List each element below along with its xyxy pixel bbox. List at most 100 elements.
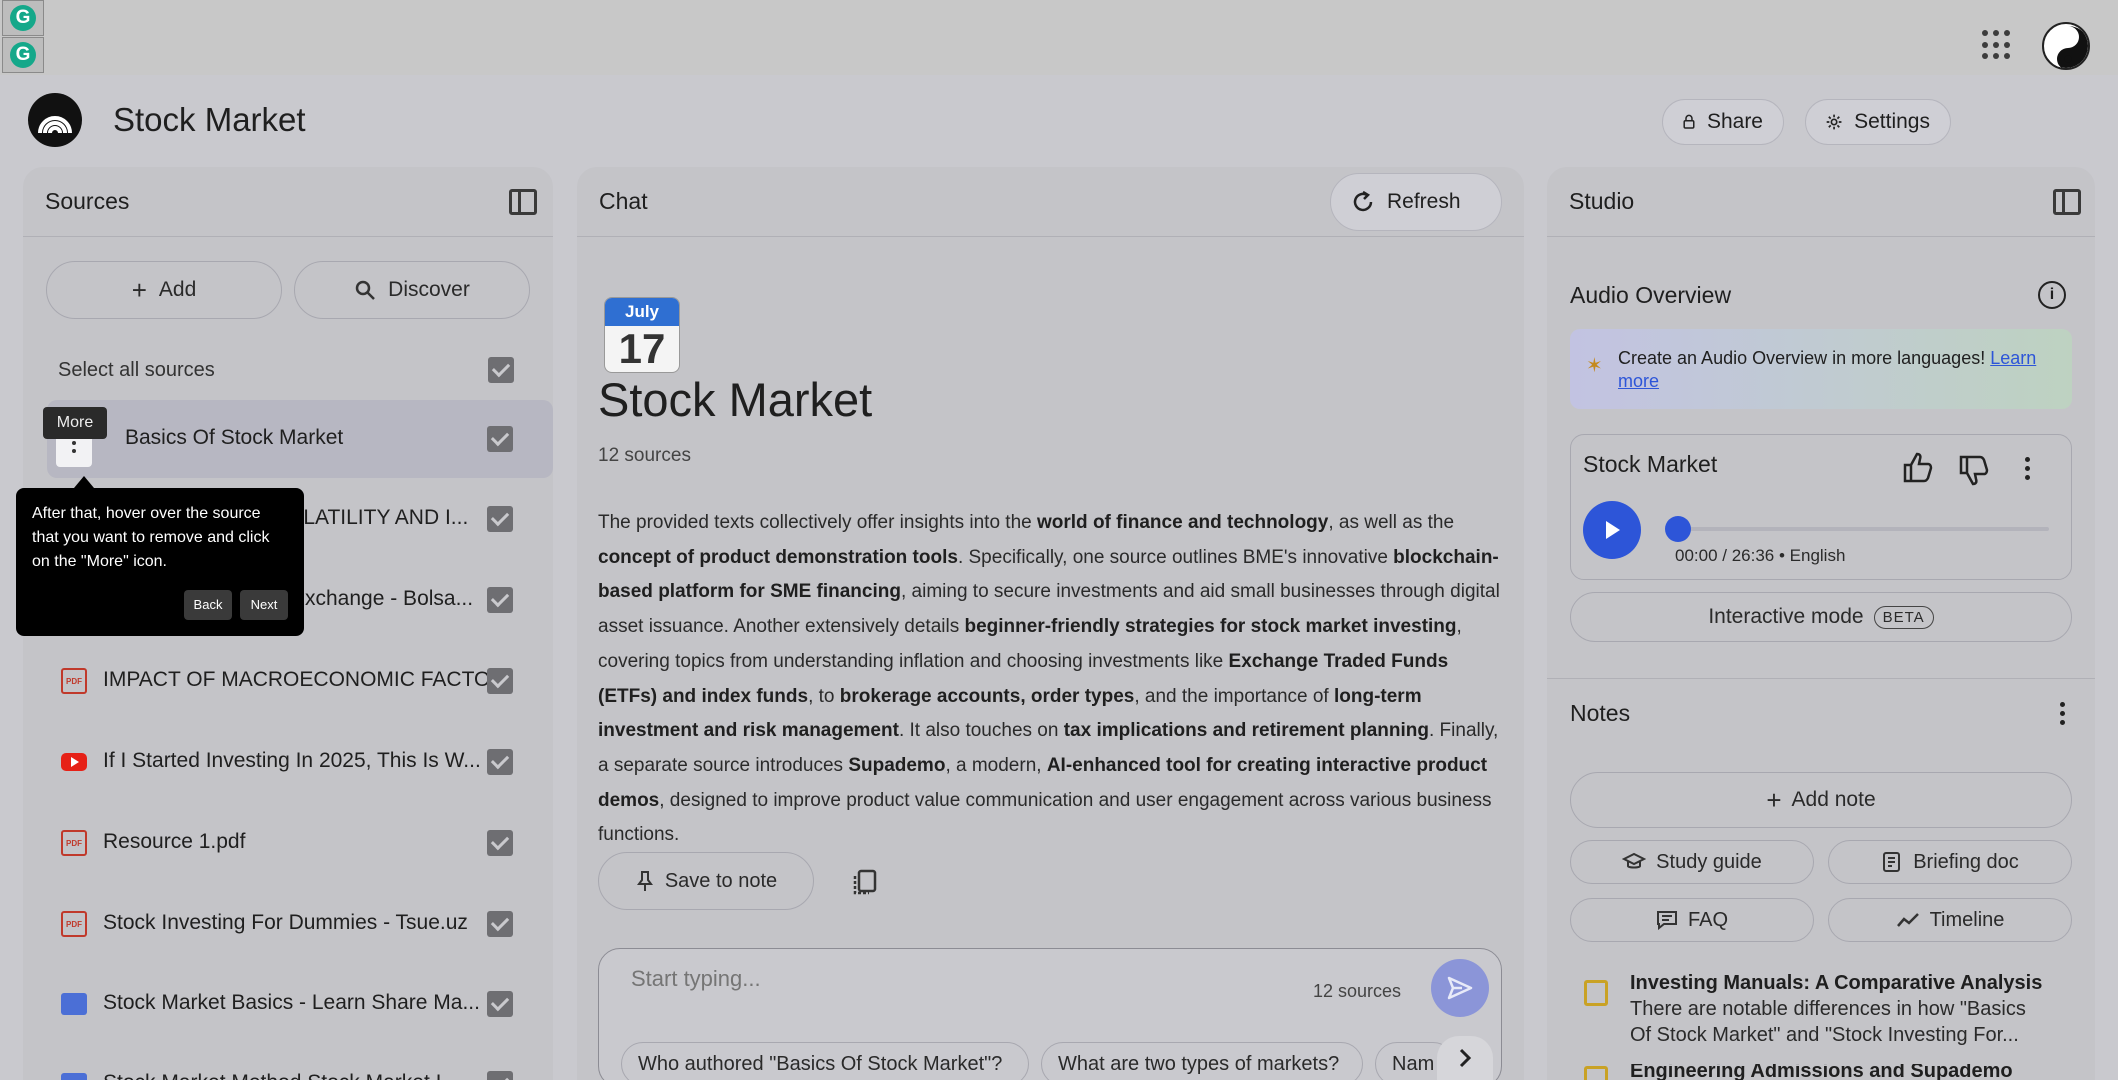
source-label: Basics Of Stock Market (125, 426, 344, 449)
onboarding-guide: After that, hover over the source that y… (16, 476, 304, 636)
audio-overview-title: Audio Overview (1570, 282, 1732, 308)
top-bar (0, 0, 2118, 75)
source-checkbox[interactable] (487, 911, 513, 937)
note-icon (1584, 980, 1608, 1006)
study-guide-button[interactable]: Study guide (1570, 840, 1814, 884)
select-all-checkbox[interactable] (488, 357, 514, 383)
source-checkbox[interactable] (487, 506, 513, 532)
suggestions-next-button[interactable] (1437, 1036, 1493, 1080)
note-icon (1584, 1066, 1608, 1080)
notebooklm-logo-icon[interactable] (28, 93, 82, 147)
sources-title: Sources (45, 188, 130, 214)
play-icon (1606, 521, 1620, 539)
play-button[interactable] (1583, 501, 1641, 559)
refresh-button[interactable]: Refresh (1330, 173, 1502, 231)
gear-icon (1826, 114, 1842, 130)
interactive-mode-button[interactable]: Interactive mode BETA (1570, 592, 2072, 642)
grammarly-extension-button-2[interactable]: G (2, 37, 44, 73)
beta-badge: BETA (1873, 605, 1934, 629)
settings-button[interactable]: Settings (1805, 99, 1951, 145)
grammarly-icon: G (10, 42, 36, 68)
source-checkbox[interactable] (487, 991, 513, 1017)
timeline-button[interactable]: Timeline (1828, 898, 2072, 942)
plus-icon: + (1766, 784, 1782, 815)
refresh-icon (1353, 190, 1373, 212)
settings-label: Settings (1854, 110, 1930, 133)
app-header: Stock Market Share Settings (0, 75, 2118, 165)
source-row[interactable]: Stock Market Basics - Learn Share Ma... (47, 965, 553, 1043)
copy-icon[interactable] (852, 869, 878, 897)
guide-text: After that, hover over the source that y… (32, 505, 270, 570)
calendar-month: July (605, 298, 679, 326)
select-all-label: Select all sources (58, 359, 215, 381)
suggestion-chip[interactable]: What are two types of markets? (1041, 1042, 1363, 1080)
add-source-button[interactable]: + Add (46, 261, 282, 319)
source-checkbox[interactable] (487, 1071, 513, 1080)
guide-back-button[interactable]: Back (184, 590, 232, 620)
timeline-icon (1896, 913, 1919, 927)
faq-button[interactable]: FAQ (1570, 898, 1814, 942)
save-to-note-button[interactable]: Save to note (598, 852, 814, 910)
source-checkbox[interactable] (487, 668, 513, 694)
source-label: Stock Investing For Dummies - Tsue.uz (103, 911, 468, 934)
studio-header: Studio (1547, 167, 2095, 237)
collapse-panel-icon[interactable] (509, 189, 537, 215)
source-row[interactable]: PDF IMPACT OF MACROECONOMIC FACTO... (47, 642, 553, 720)
chat-source-count: 12 sources (598, 445, 691, 466)
thumbs-up-icon[interactable] (1901, 451, 1935, 485)
more-tooltip: More (43, 407, 107, 439)
share-button[interactable]: Share (1662, 99, 1784, 145)
audio-progress-knob[interactable] (1665, 516, 1691, 542)
graduation-cap-icon (1622, 852, 1647, 869)
avatar[interactable] (2042, 22, 2090, 70)
briefing-doc-icon (1883, 852, 1901, 872)
audio-card: Stock Market 00:00 / 26:36 • English (1570, 434, 2072, 580)
note-item[interactable]: Engineering Admissions and Supademo (1630, 1064, 2050, 1080)
note-item[interactable]: Investing Manuals: A Comparative Analysi… (1630, 970, 2050, 1048)
grammarly-icon: G (10, 5, 36, 31)
suggestion-chip[interactable]: Who authored "Basics Of Stock Market"? (621, 1042, 1029, 1080)
sources-header: Sources (23, 167, 553, 237)
guide-next-button[interactable]: Next (240, 590, 288, 620)
source-row[interactable]: PDF Resource 1.pdf (47, 804, 553, 882)
calendar-day: 17 (618, 325, 666, 372)
notebook-summary: The provided texts collectively offer in… (598, 512, 1500, 846)
chat-notebook-title: Stock Market (598, 373, 873, 426)
audio-more-icon[interactable] (2023, 455, 2031, 483)
add-note-button[interactable]: + Add note (1570, 772, 2072, 828)
note-title: Engineering Admissions and Supademo (1630, 1064, 2013, 1080)
calendar-icon: July 17 (604, 297, 680, 373)
source-row[interactable]: If I Started Investing In 2025, This Is … (47, 723, 553, 801)
source-label: Stock Market Basics - Learn Share Ma... (103, 991, 480, 1014)
web-icon (61, 1073, 87, 1080)
grammarly-extension-button[interactable]: G (2, 0, 44, 36)
source-row[interactable]: Basics Of Stock Market (47, 400, 553, 478)
source-checkbox[interactable] (487, 749, 513, 775)
briefing-doc-button[interactable]: Briefing doc (1828, 840, 2072, 884)
audio-time: 00:00 / 26:36 • English (1675, 546, 1846, 565)
source-checkbox[interactable] (487, 830, 513, 856)
info-icon[interactable]: i (2038, 281, 2066, 309)
share-label: Share (1706, 110, 1763, 133)
notebook-title[interactable]: Stock Market (113, 101, 306, 139)
source-row[interactable]: PDF Stock Investing For Dummies - Tsue.u… (47, 885, 553, 963)
thumbs-down-icon[interactable] (1957, 453, 1991, 487)
discover-button[interactable]: Discover (294, 261, 530, 319)
source-row[interactable]: Stock Market Method Stock Market I... (47, 1045, 553, 1080)
send-button[interactable] (1431, 959, 1489, 1017)
source-checkbox[interactable] (487, 426, 513, 452)
discover-search-icon (355, 280, 376, 300)
plus-icon: + (131, 274, 147, 305)
collapse-studio-icon[interactable] (2053, 189, 2081, 215)
source-checkbox[interactable] (487, 587, 513, 613)
source-label: IMPACT OF MACROECONOMIC FACTO... (103, 668, 508, 691)
apps-grid-icon[interactable] (1982, 30, 2012, 60)
web-icon (61, 993, 87, 1015)
notes-more-icon[interactable] (2058, 700, 2066, 728)
audio-progress-track[interactable] (1677, 527, 2049, 531)
language-banner: ✶ Create an Audio Overview in more langu… (1570, 329, 2072, 409)
studio-title: Studio (1569, 188, 1635, 214)
source-label: xchange - Bolsa... (305, 587, 474, 610)
source-label: If I Started Investing In 2025, This Is … (103, 749, 481, 772)
chat-input[interactable] (631, 963, 1231, 995)
